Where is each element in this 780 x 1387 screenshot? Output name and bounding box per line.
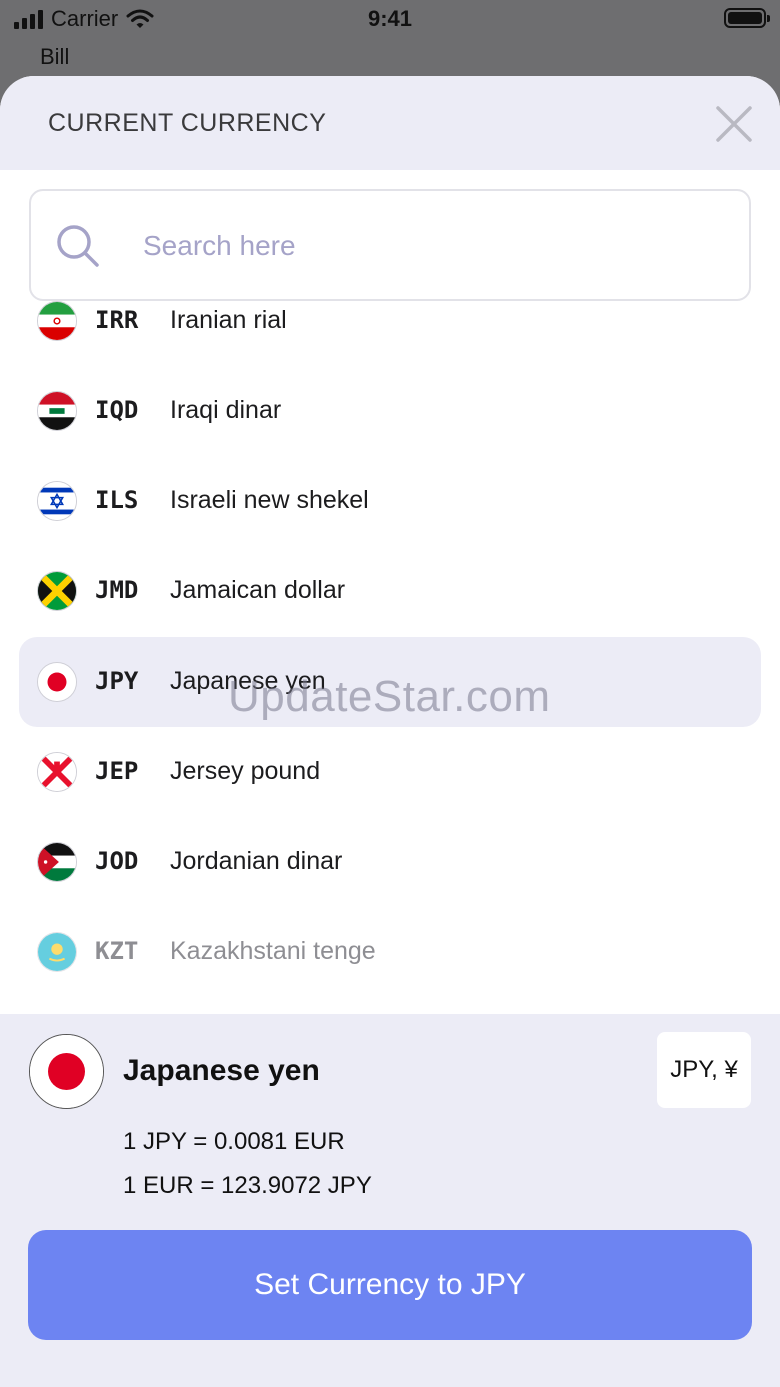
- selection-panel: Japanese yen JPY, ¥ 1 JPY = 0.0081 EUR 1…: [0, 1014, 780, 1387]
- currency-row-jpy[interactable]: JPY Japanese yen: [19, 637, 761, 727]
- iran-flag-icon: [37, 301, 77, 341]
- currency-row-iqd[interactable]: IQD Iraqi dinar: [19, 366, 761, 456]
- currency-code: JPY: [95, 667, 139, 695]
- search-input[interactable]: [143, 221, 723, 271]
- iraq-flag-icon: [37, 391, 77, 431]
- israel-flag-icon: [37, 481, 77, 521]
- currency-code: IQD: [95, 396, 139, 424]
- status-time: 9:41: [367, 6, 413, 31]
- search-box[interactable]: [29, 189, 751, 301]
- sheet-header: CURRENT CURRENCY: [0, 76, 780, 170]
- currency-code: JEP: [95, 757, 139, 785]
- currency-symbol-badge: JPY, ¥: [657, 1032, 751, 1108]
- currency-name: Japanese yen: [170, 667, 326, 695]
- close-icon: [716, 106, 752, 142]
- close-button[interactable]: [714, 104, 754, 144]
- currency-code: KZT: [95, 937, 139, 965]
- back-label[interactable]: Bill: [40, 44, 69, 70]
- search-icon: [57, 225, 99, 267]
- selected-flag-icon: [29, 1034, 104, 1109]
- currency-name: Jamaican dollar: [170, 576, 346, 604]
- currency-code: IRR: [95, 306, 139, 334]
- selected-currency-name: Japanese yen: [123, 1054, 320, 1087]
- currency-name: Iranian rial: [170, 306, 287, 334]
- jersey-flag-icon: [37, 752, 77, 792]
- currency-row-ils[interactable]: ILS Israeli new shekel: [19, 456, 761, 546]
- currency-row-jep[interactable]: JEP Jersey pound: [19, 727, 761, 817]
- battery-icon: [724, 8, 770, 28]
- currency-code: ILS: [95, 486, 139, 514]
- currency-row-kzt[interactable]: KZT Kazakhstani tenge: [19, 907, 761, 997]
- currency-row-jod[interactable]: JOD Jordanian dinar: [19, 817, 761, 907]
- currency-name: Kazakhstani tenge: [170, 937, 376, 965]
- set-currency-button[interactable]: Set Currency to JPY: [28, 1230, 752, 1340]
- status-bar: Carrier 9:41: [0, 0, 780, 40]
- currency-sheet: CURRENT CURRENCY IRR Iranian rial IQD Ir…: [0, 76, 780, 1387]
- currency-name: Israeli new shekel: [170, 486, 369, 514]
- exchange-rate-2: 1 EUR = 123.9072 JPY: [123, 1172, 372, 1199]
- currency-name: Jordanian dinar: [170, 847, 343, 875]
- kazakhstan-flag-icon: [37, 932, 77, 972]
- japan-flag-icon: [37, 662, 77, 702]
- sheet-title: CURRENT CURRENCY: [48, 109, 327, 137]
- currency-row-jmd[interactable]: JMD Jamaican dollar: [19, 546, 761, 636]
- currency-name: Iraqi dinar: [170, 396, 282, 424]
- jordan-flag-icon: [37, 842, 77, 882]
- exchange-rate-1: 1 JPY = 0.0081 EUR: [123, 1128, 345, 1155]
- currency-name: Jersey pound: [170, 757, 321, 785]
- currency-code: JMD: [95, 576, 139, 604]
- currency-code: JOD: [95, 847, 139, 875]
- jamaica-flag-icon: [37, 571, 77, 611]
